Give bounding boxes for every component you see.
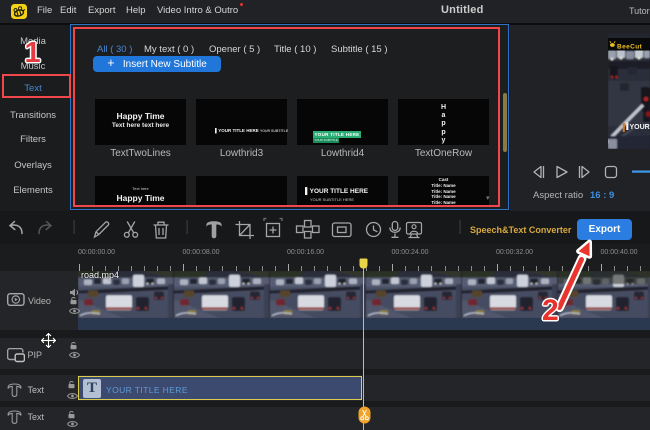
svg-text:YOUR T: YOUR T <box>630 124 650 131</box>
svg-text:BeeCut: BeeCut <box>617 44 643 51</box>
